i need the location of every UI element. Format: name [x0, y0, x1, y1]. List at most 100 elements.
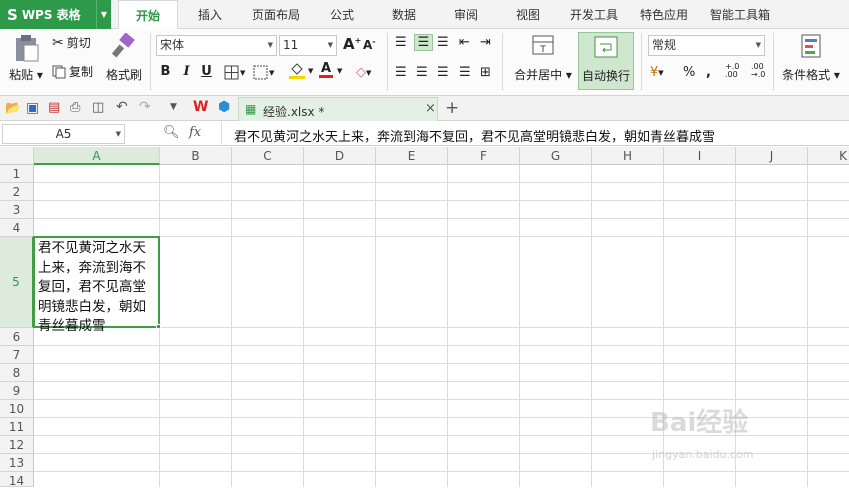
document-tab[interactable]: ▦ 经验.xlsx * × — [238, 97, 438, 121]
tab-review[interactable]: 审阅 — [442, 0, 490, 29]
column-header-i[interactable]: I — [664, 147, 736, 165]
decrease-indent-button[interactable]: ⇤ — [459, 35, 470, 50]
format-painter-button[interactable]: 格式刷 — [104, 33, 144, 93]
increase-decimal-button[interactable]: +.0.00 — [725, 63, 739, 79]
cut-button[interactable]: ✂ 剪切 — [52, 34, 91, 51]
font-name-select[interactable]: 宋体 ▼ — [156, 35, 277, 56]
align-center-button[interactable]: ☰ — [416, 65, 428, 80]
align-bottom-button[interactable]: ☰ — [437, 35, 449, 50]
clear-format-button[interactable]: ◇ ▼ — [356, 65, 371, 80]
cell-a5[interactable]: 君不见黄河之水天上来，奔流到海不复回，君不见高堂明镜悲白发，朝如青丝暮成雪 — [33, 236, 160, 334]
border-button[interactable]: ▼ — [224, 65, 245, 80]
divider — [773, 33, 774, 91]
font-color-button[interactable]: A — [319, 62, 333, 78]
export-pdf-icon[interactable]: ▤ — [48, 100, 60, 115]
print-preview-icon[interactable]: ◫ — [92, 100, 104, 115]
fx-icon[interactable]: fx — [189, 125, 201, 140]
column-header-h[interactable]: H — [592, 147, 664, 165]
row-header-11[interactable]: 11 — [0, 418, 34, 436]
print-icon[interactable]: ⎙ — [70, 100, 80, 115]
customize-dropdown-icon[interactable]: ▼ — [170, 102, 177, 112]
chevron-down-icon: ▼ — [308, 67, 314, 75]
thousands-button[interactable]: , — [706, 65, 711, 80]
spreadsheet-grid[interactable]: A B C D E F G H I J K 1 2 3 4 5 6 7 8 9 … — [0, 147, 849, 488]
column-header-g[interactable]: G — [520, 147, 592, 165]
italic-button[interactable]: I — [179, 64, 194, 79]
currency-button[interactable]: ¥ ▼ — [650, 65, 664, 80]
column-header-e[interactable]: E — [376, 147, 448, 165]
tab-smart-toolbox[interactable]: 智能工具箱 — [704, 0, 776, 29]
decrease-font-button[interactable]: A- — [363, 37, 376, 52]
decrease-decimal-button[interactable]: .00 →.0 — [751, 63, 765, 79]
zoom-search-icon[interactable]: 🔍︎ — [163, 125, 180, 140]
align-top-button[interactable]: ☰ — [395, 35, 407, 50]
wps-w-icon[interactable]: W — [193, 99, 208, 115]
tab-data[interactable]: 数据 — [380, 0, 428, 29]
save-icon[interactable]: ▣ — [26, 100, 39, 116]
copy-button[interactable]: 复制 — [52, 63, 93, 80]
conditional-format-button[interactable]: 条件格式 ▾ — [780, 33, 842, 91]
align-middle-button[interactable]: ☰ — [414, 34, 433, 51]
row-header-1[interactable]: 1 — [0, 165, 34, 183]
align-left-button[interactable]: ☰ — [395, 65, 407, 80]
font-size-select[interactable]: 11 ▼ — [279, 35, 337, 56]
paste-button[interactable]: 粘贴 ▾ — [6, 33, 46, 93]
column-header-f[interactable]: F — [448, 147, 520, 165]
column-header-c[interactable]: C — [232, 147, 304, 165]
row-header-2[interactable]: 2 — [0, 183, 34, 201]
name-box[interactable]: A5 ▼ — [2, 124, 125, 144]
tab-page-layout[interactable]: 页面布局 — [244, 0, 308, 29]
align-right-button[interactable]: ☰ — [437, 65, 449, 80]
new-tab-icon[interactable]: + — [445, 98, 459, 118]
font-color-dropdown[interactable]: ▼ — [337, 67, 342, 75]
column-header-b[interactable]: B — [160, 147, 232, 165]
row-header-14[interactable]: 14 — [0, 472, 34, 488]
number-format-select[interactable]: 常规 ▼ — [648, 35, 765, 56]
increase-font-button[interactable]: A+ — [343, 35, 361, 53]
tab-insert[interactable]: 插入 — [186, 0, 234, 29]
row-header-9[interactable]: 9 — [0, 382, 34, 400]
underline-button[interactable]: U — [199, 64, 214, 79]
chevron-down-icon[interactable]: ▼ — [96, 0, 111, 29]
merge-center-button[interactable]: T 合并居中 ▾ — [510, 33, 576, 91]
open-folder-icon[interactable]: 📂 — [5, 101, 21, 116]
distribute-button[interactable]: ⊞ — [480, 65, 491, 80]
row-header-12[interactable]: 12 — [0, 436, 34, 454]
row-header-10[interactable]: 10 — [0, 400, 34, 418]
wrap-text-button[interactable]: 自动换行 — [578, 32, 634, 90]
tab-home[interactable]: 开始 — [118, 0, 178, 30]
column-header-d[interactable]: D — [304, 147, 376, 165]
column-header-k[interactable]: K — [808, 147, 849, 165]
row-header-3[interactable]: 3 — [0, 201, 34, 219]
cell-style-button[interactable]: ▼ — [253, 65, 274, 80]
tab-view[interactable]: 视图 — [504, 0, 552, 29]
tab-formulas[interactable]: 公式 — [318, 0, 366, 29]
increase-indent-button[interactable]: ⇥ — [480, 35, 491, 50]
row-header-4[interactable]: 4 — [0, 219, 34, 237]
row-header-7[interactable]: 7 — [0, 346, 34, 364]
redo-icon[interactable]: ↷ — [139, 99, 151, 115]
percent-button[interactable]: % — [683, 65, 695, 80]
fill-color-button[interactable] — [289, 63, 305, 79]
row-header-8[interactable]: 8 — [0, 364, 34, 382]
undo-icon[interactable]: ↶ — [116, 99, 128, 115]
cloud-cube-icon[interactable]: ⬢ — [218, 99, 230, 115]
close-icon[interactable]: × — [425, 101, 436, 116]
column-header-j[interactable]: J — [736, 147, 808, 165]
chevron-down-icon: ▼ — [337, 67, 343, 75]
column-header-a[interactable]: A — [34, 147, 160, 165]
tab-developer[interactable]: 开发工具 — [564, 0, 624, 29]
select-all-corner[interactable] — [0, 147, 34, 165]
formula-input[interactable]: 君不见黄河之水天上来，奔流到海不复回，君不见高堂明镜悲白发，朝如青丝暮成雪 — [234, 126, 715, 145]
tab-special[interactable]: 特色应用 — [634, 0, 694, 29]
bold-button[interactable]: B — [158, 64, 173, 79]
cut-label: 剪切 — [66, 36, 91, 50]
fill-handle[interactable] — [156, 324, 161, 329]
fill-color-dropdown[interactable]: ▼ — [308, 67, 313, 75]
wps-app-menu[interactable]: S WPS 表格 ▼ — [0, 0, 111, 29]
format-painter-label: 格式刷 — [105, 68, 142, 82]
row-header-5[interactable]: 5 — [0, 237, 34, 328]
row-header-6[interactable]: 6 — [0, 328, 34, 346]
row-header-13[interactable]: 13 — [0, 454, 34, 472]
justify-button[interactable]: ☰ — [459, 65, 471, 80]
